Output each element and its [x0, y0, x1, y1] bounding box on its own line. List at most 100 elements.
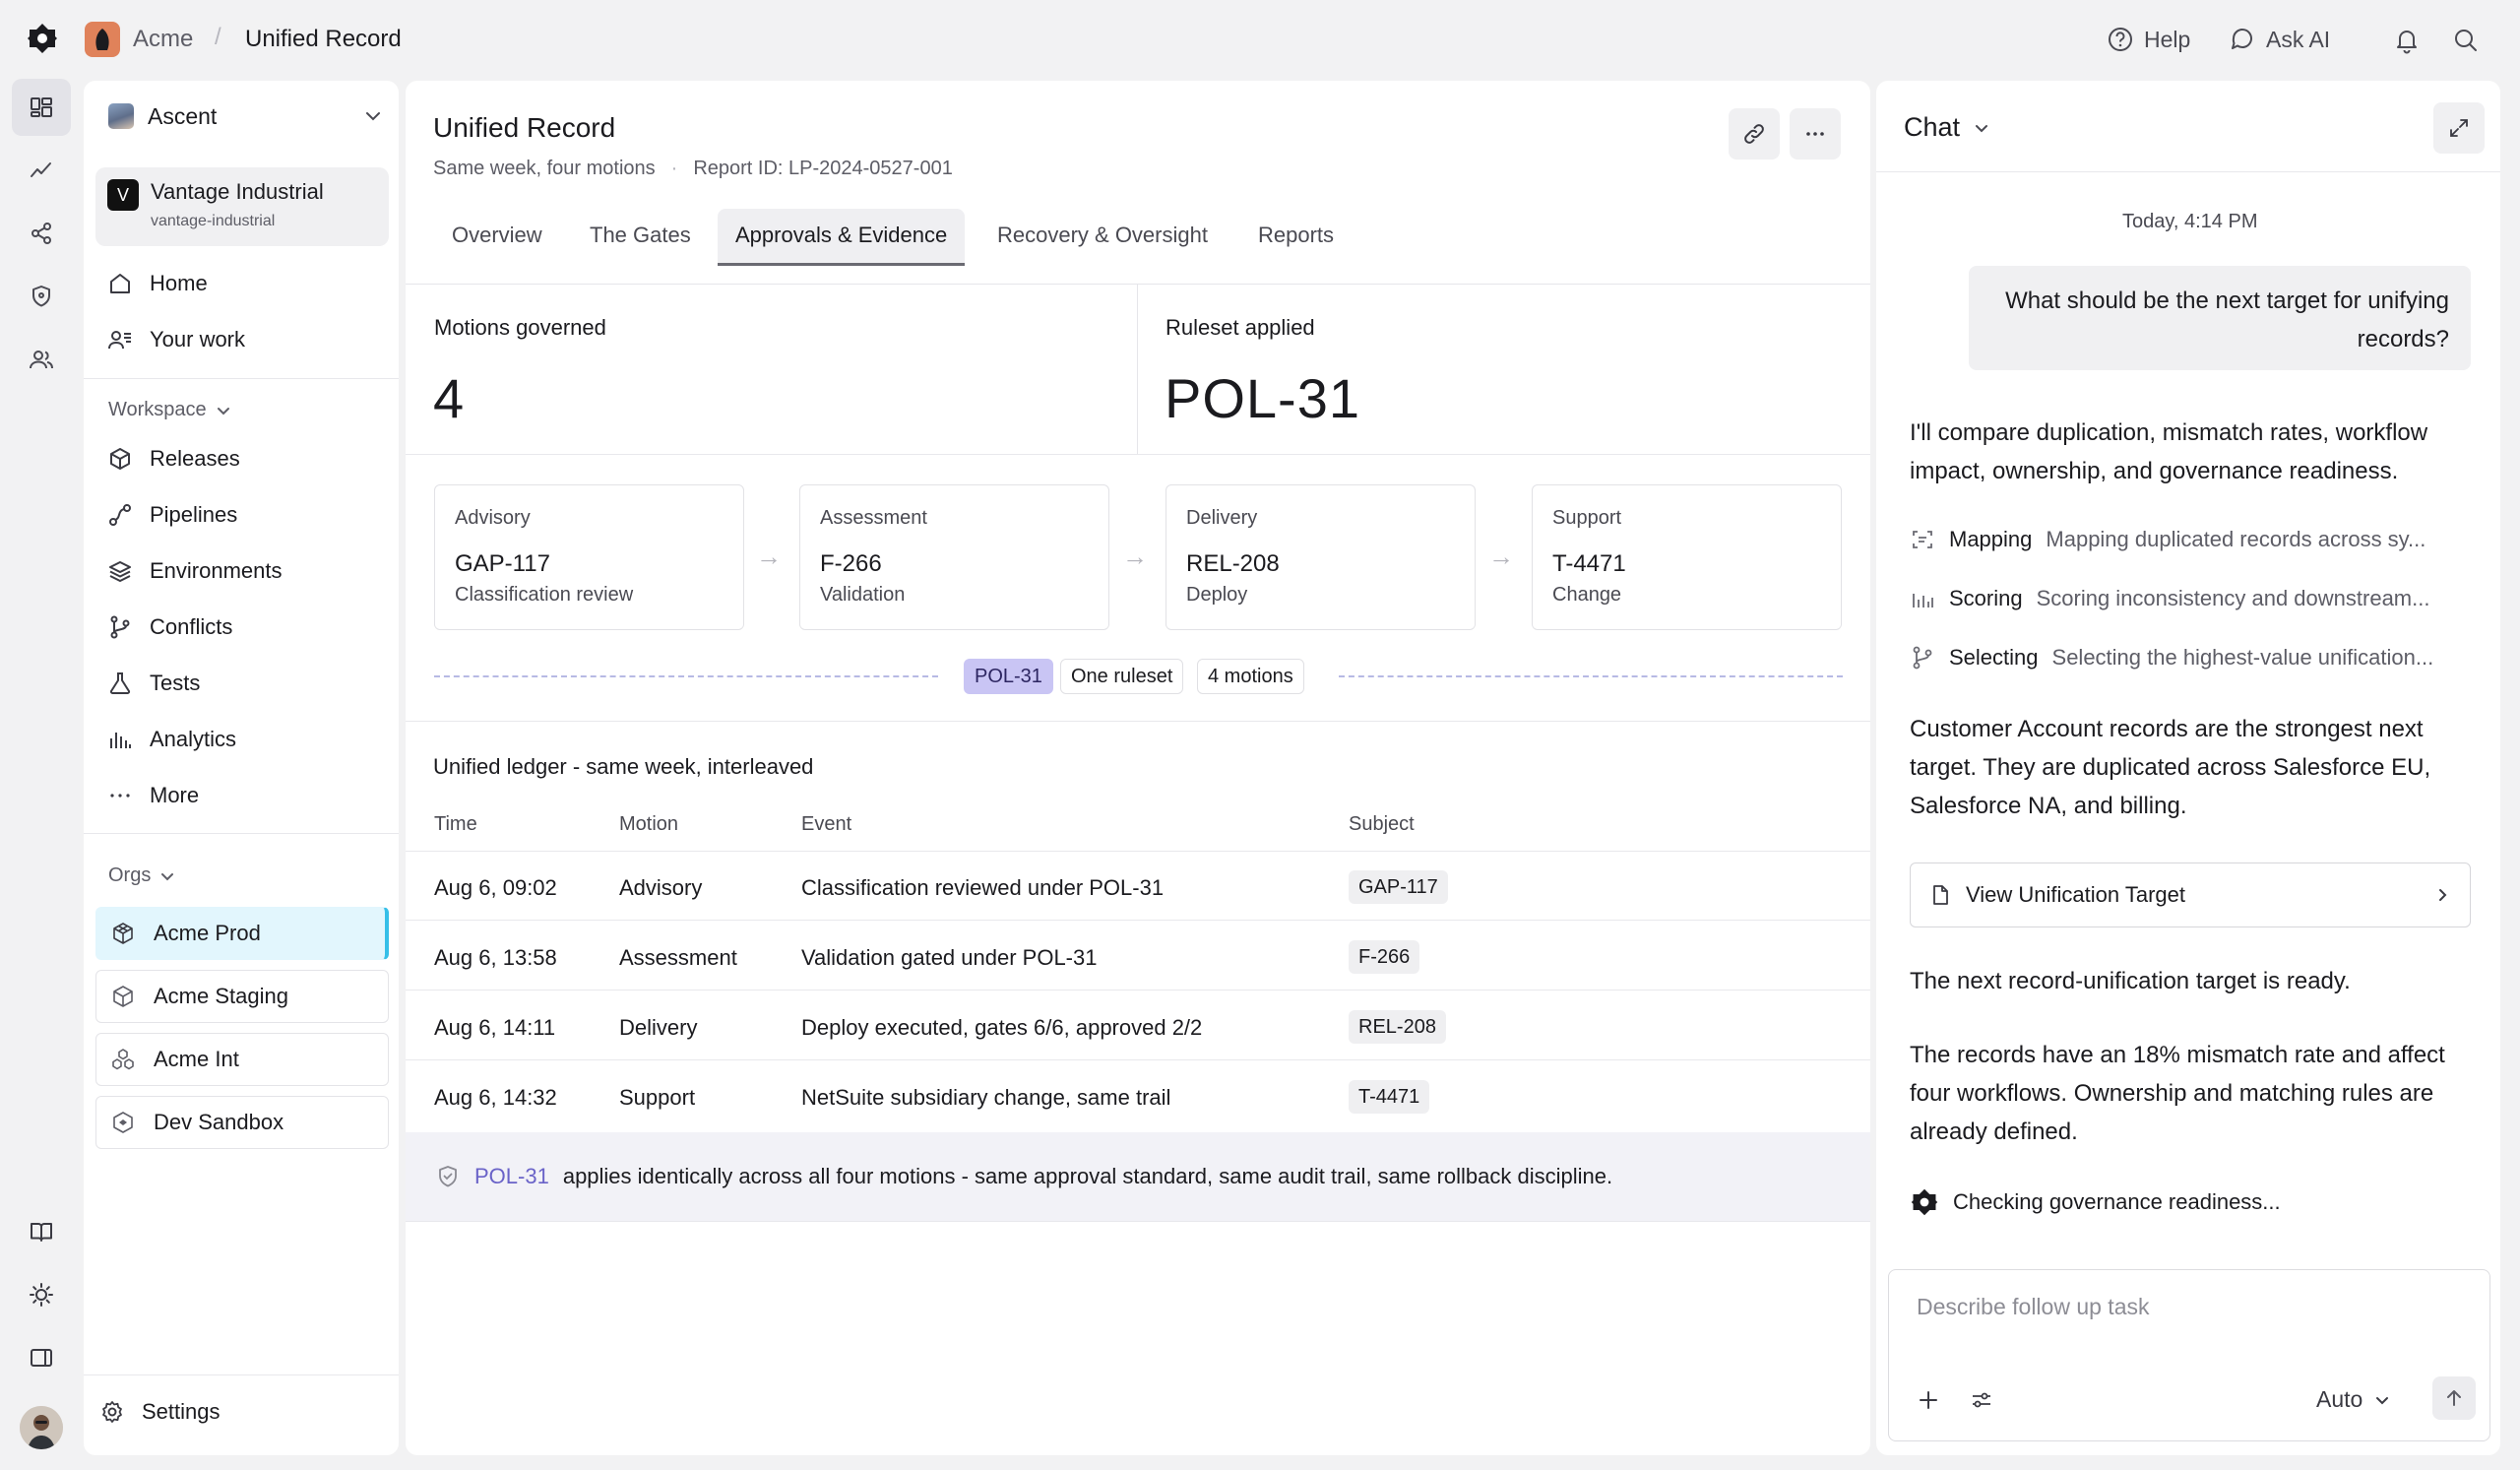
- tab-divider: [406, 284, 1870, 285]
- options-button[interactable]: [1960, 1378, 2003, 1422]
- view-unification-target-button[interactable]: View Unification Target: [1910, 863, 2471, 927]
- scan-icon: [1913, 531, 1932, 548]
- top-bar: Acme / Unified Record Help Ask AI: [0, 0, 2520, 81]
- chat-title-dropdown[interactable]: Chat: [1904, 112, 1991, 143]
- nav-item-label: Analytics: [150, 727, 237, 751]
- sandbox-icon: [108, 1108, 138, 1137]
- stage-card-delivery[interactable]: Delivery REL-208 Deploy: [1166, 484, 1476, 630]
- follow-up-input[interactable]: [1917, 1294, 2458, 1320]
- help-button[interactable]: Help: [2107, 26, 2190, 53]
- nav-item-pipelines[interactable]: Pipelines: [106, 493, 237, 537]
- subject-badge[interactable]: T-4471: [1349, 1080, 1430, 1114]
- rail-theme-button[interactable]: [12, 1266, 71, 1323]
- expand-icon: [2450, 119, 2468, 137]
- step-title: Mapping: [1949, 527, 2033, 551]
- sliders-icon: [1973, 1392, 1990, 1408]
- nav-item-your-work[interactable]: Your work: [106, 318, 245, 361]
- cell-motion: Delivery: [619, 1015, 698, 1040]
- tab-approvals-evidence[interactable]: Approvals & Evidence: [718, 209, 966, 266]
- chat-title: Chat: [1904, 112, 1961, 142]
- tab-overview[interactable]: Overview: [434, 209, 560, 266]
- tab-the-gates[interactable]: The Gates: [572, 209, 709, 266]
- nav-item-releases[interactable]: Releases: [106, 437, 240, 480]
- nav-item-tests[interactable]: Tests: [106, 662, 200, 705]
- org-item-dev-sandbox[interactable]: Dev Sandbox: [95, 1096, 389, 1149]
- ask-ai-button[interactable]: Ask AI: [2229, 26, 2330, 53]
- ask-ai-label: Ask AI: [2266, 26, 2331, 52]
- stage-card-assessment[interactable]: Assessment F-266 Validation: [799, 484, 1109, 630]
- shield-check-icon: [439, 1166, 457, 1187]
- step-description: Selecting the highest-value unification.…: [2051, 645, 2434, 670]
- row-divider: [406, 920, 1870, 921]
- subject-badge[interactable]: F-266: [1349, 940, 1420, 974]
- send-button[interactable]: [2432, 1376, 2476, 1420]
- status-checking: Checking governance readiness...: [1910, 1187, 2281, 1217]
- arrow-right-icon: →: [756, 542, 782, 571]
- subject-badge[interactable]: REL-208: [1349, 1010, 1446, 1044]
- workspace-section-toggle[interactable]: Workspace: [108, 399, 232, 421]
- nav-item-conflicts[interactable]: Conflicts: [106, 606, 232, 649]
- home-icon: [106, 270, 134, 297]
- link-icon: [1744, 124, 1764, 144]
- rail-share-button[interactable]: [12, 205, 71, 262]
- rail-docs-button[interactable]: [12, 1203, 71, 1260]
- rail-security-button[interactable]: [12, 268, 71, 325]
- cell-time: Aug 6, 14:32: [434, 1085, 557, 1110]
- help-icon: [2109, 28, 2132, 51]
- nav-item-home[interactable]: Home: [106, 262, 208, 305]
- orgs-section-toggle[interactable]: Orgs: [108, 864, 176, 887]
- user-avatar[interactable]: [20, 1406, 63, 1449]
- add-attachment-button[interactable]: [1907, 1378, 1950, 1422]
- search-icon[interactable]: [2449, 24, 2483, 57]
- org-logo-icon[interactable]: [85, 22, 120, 57]
- sun-icon: [30, 1283, 53, 1307]
- stage-card-advisory[interactable]: Advisory GAP-117 Classification review: [434, 484, 744, 630]
- banner-policy[interactable]: POL-31: [474, 1164, 549, 1189]
- stage-card-support[interactable]: Support T-4471 Change: [1532, 484, 1842, 630]
- step-description: Mapping duplicated records across sy...: [2046, 527, 2426, 551]
- assistant-ready: The next record-unification target is re…: [1910, 968, 2351, 994]
- expand-chat-button[interactable]: [2433, 102, 2485, 154]
- org-item-acme-int[interactable]: Acme Int: [95, 1033, 389, 1086]
- app-logo-icon[interactable]: [26, 22, 59, 55]
- org-item-acme-prod[interactable]: Acme Prod: [95, 907, 389, 960]
- sidebar-divider: [84, 833, 399, 834]
- org-label: Dev Sandbox: [154, 1110, 284, 1134]
- tab-reports[interactable]: Reports: [1240, 209, 1352, 266]
- motions-count-chip: 4 motions: [1197, 659, 1304, 694]
- nav-item-environments[interactable]: Environments: [106, 549, 283, 593]
- metric-value: 4: [433, 367, 466, 429]
- mode-select[interactable]: Auto: [2316, 1386, 2392, 1413]
- section-title: Orgs: [108, 864, 152, 886]
- rail-dashboard-button[interactable]: [12, 79, 71, 136]
- copy-link-button[interactable]: [1729, 108, 1780, 160]
- nav-item-more[interactable]: More: [106, 774, 199, 817]
- rail-activity-button[interactable]: [12, 142, 71, 199]
- more-actions-button[interactable]: [1790, 108, 1841, 160]
- layers-icon: [106, 557, 134, 585]
- step-description: Scoring inconsistency and downstream...: [2036, 586, 2430, 610]
- chevron-down-icon: [161, 872, 174, 880]
- tab-recovery-oversight[interactable]: Recovery & Oversight: [979, 209, 1226, 266]
- column-header-event: Event: [801, 813, 852, 835]
- nav-item-label: Releases: [150, 446, 240, 471]
- mode-label: Auto: [2316, 1386, 2363, 1412]
- stage-label: Delivery: [1186, 507, 1258, 529]
- nav-item-label: Settings: [142, 1399, 220, 1424]
- rail-people-button[interactable]: [12, 331, 71, 388]
- account-card[interactable]: V Vantage Industrial vantage-industrial: [95, 167, 389, 246]
- row-divider: [406, 1059, 1870, 1060]
- chat-header-divider: [1876, 171, 2500, 172]
- cell-event: NetSuite subsidiary change, same trail: [801, 1085, 1171, 1110]
- nav-item-analytics[interactable]: Analytics: [106, 718, 236, 761]
- subject-badge[interactable]: GAP-117: [1349, 870, 1448, 904]
- bell-icon[interactable]: [2390, 24, 2424, 57]
- nav-item-settings[interactable]: Settings: [98, 1390, 220, 1434]
- cubes-icon: [108, 1045, 138, 1074]
- rail-panel-toggle-button[interactable]: [12, 1329, 71, 1386]
- nav-item-label: Pipelines: [150, 502, 238, 527]
- breadcrumb-org[interactable]: Acme: [133, 26, 193, 53]
- workspace-switcher[interactable]: Ascent: [108, 96, 384, 136]
- org-item-acme-staging[interactable]: Acme Staging: [95, 970, 389, 1023]
- sidebar-toggle-icon: [31, 1349, 52, 1367]
